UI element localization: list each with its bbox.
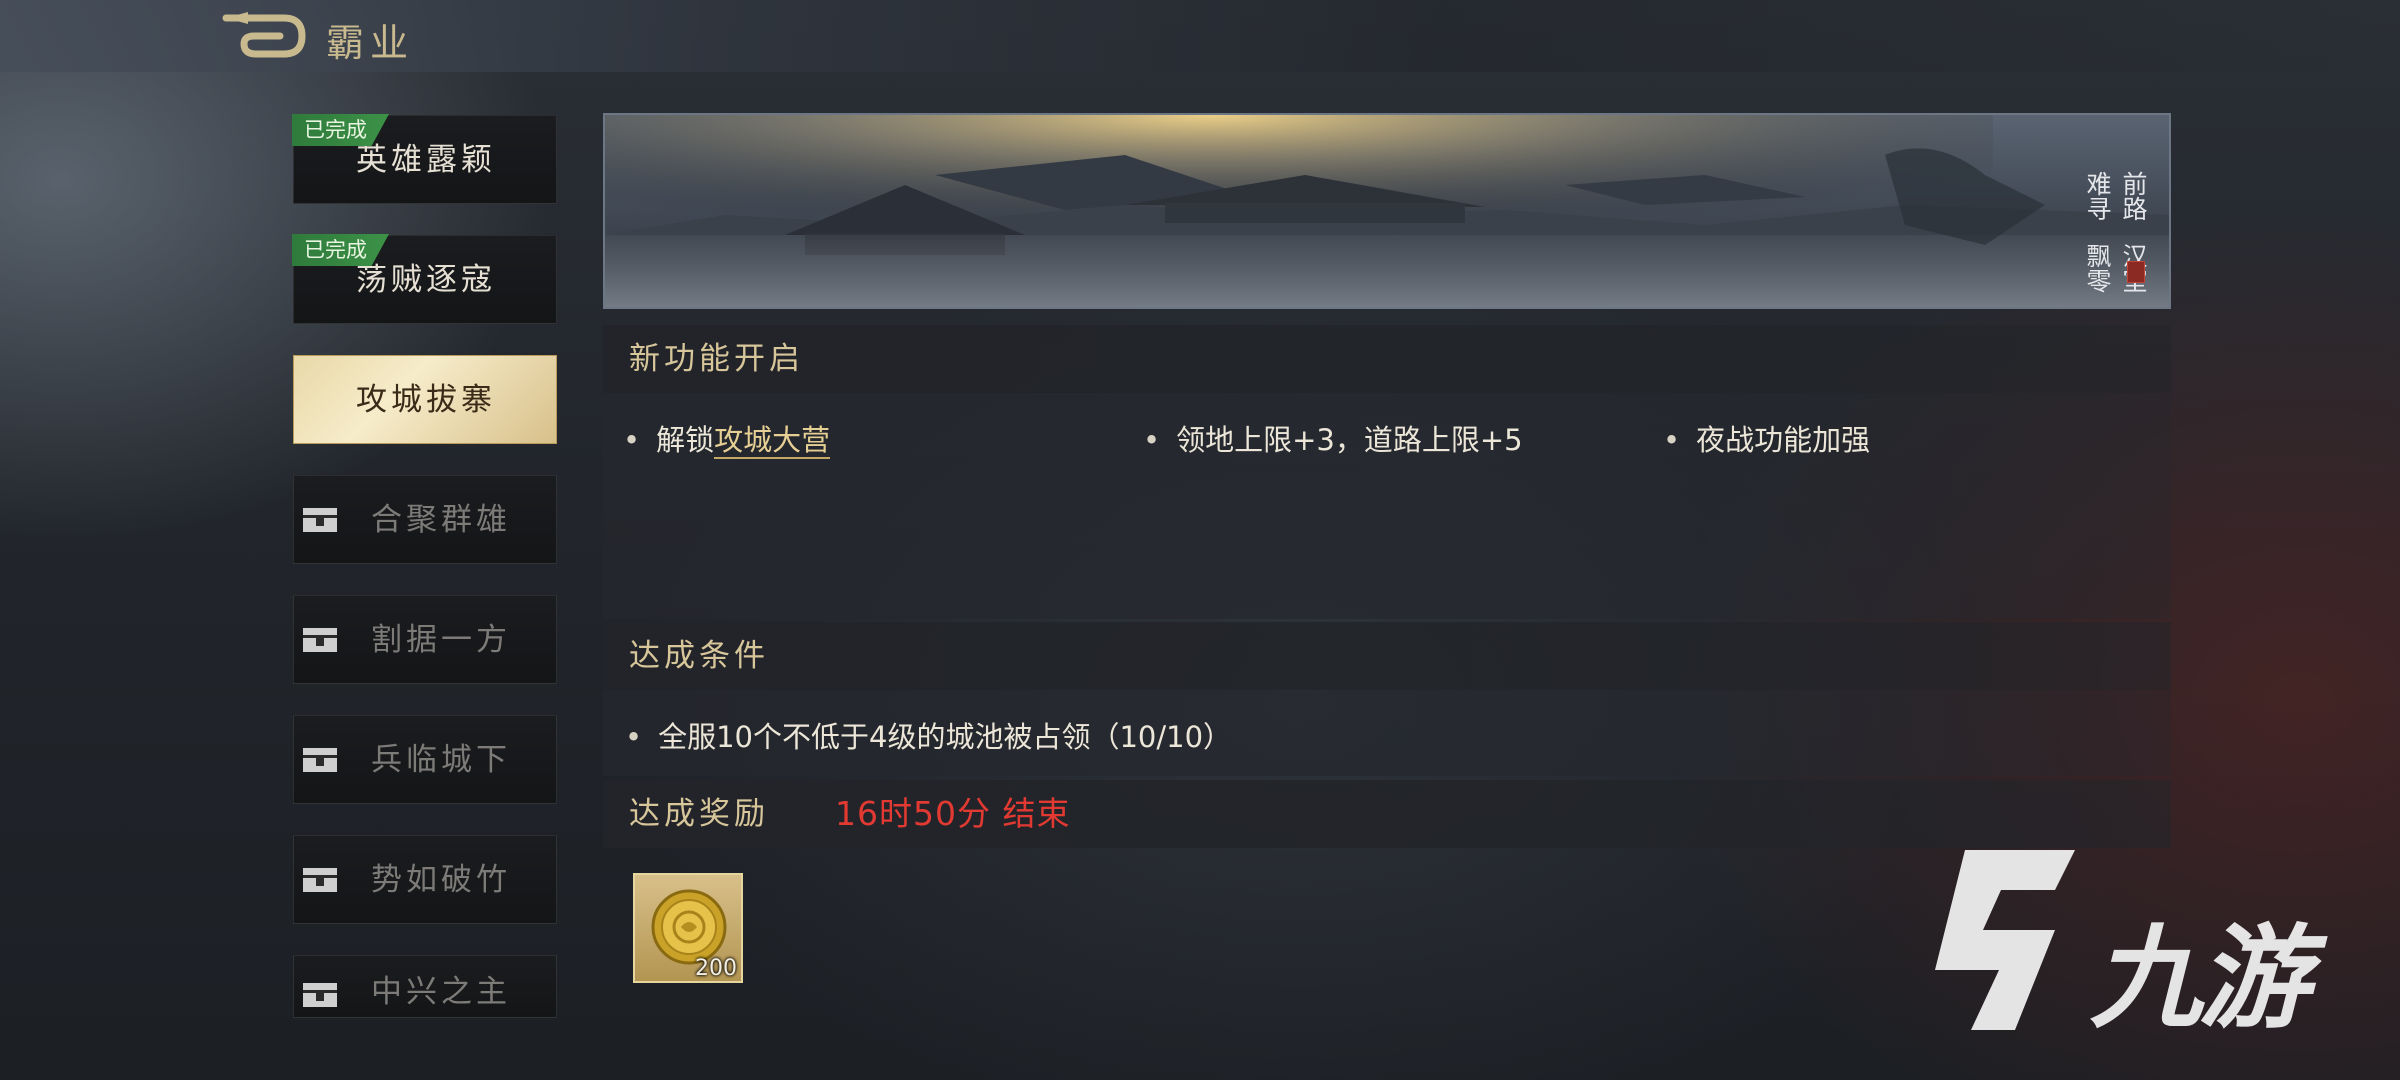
reward-title: 达成奖励 <box>629 796 769 832</box>
reward-item-gold[interactable]: 200 <box>633 873 743 983</box>
bullet-icon: • <box>623 423 641 457</box>
stage-label: 合聚群雄 <box>371 502 511 538</box>
feature-item-2: • 领地上限+3，道路上限+5 <box>1143 417 1523 459</box>
game-screen: 霸业 英雄露颖 已完成 荡贼逐寇 已完成 攻城拔寨 合聚群雄 割据一方 兵临城下… <box>0 0 2400 1080</box>
feature-item-3: • 夜战功能加强 <box>1663 417 1870 459</box>
red-seal-icon <box>2127 261 2145 283</box>
bullet-icon: • <box>1143 423 1161 457</box>
reward-quantity: 200 <box>695 956 737 981</box>
stage-item-7[interactable]: 势如破竹 <box>293 835 557 924</box>
back-arrow-icon[interactable] <box>222 10 306 62</box>
condition-text: 全服10个不低于4级的城池被占领（10/10） <box>658 720 1233 754</box>
condition-title: 达成条件 <box>629 638 769 674</box>
stage-item-2[interactable]: 荡贼逐寇 已完成 <box>292 234 557 324</box>
stage-label: 中兴之主 <box>371 974 511 1010</box>
feature-text: 夜战功能加强 <box>1696 423 1871 457</box>
watermark-text: 九游 <box>2090 914 2310 1044</box>
condition-body: • 全服10个不低于4级的城池被占领（10/10） <box>603 690 2171 776</box>
features-body: • 解锁攻城大营 • 领地上限+3，道路上限+5 • 夜战功能加强 <box>603 393 2171 619</box>
stage-label: 攻城拔寨 <box>356 382 496 418</box>
countdown-timer: 16时50分 结束 <box>835 794 1071 833</box>
page-title: 霸业 <box>326 21 415 65</box>
feature-prefix: 解锁 <box>656 423 715 457</box>
stage-item-3-active[interactable]: 攻城拔寨 <box>293 355 557 444</box>
bullet-icon: • <box>1663 423 1681 457</box>
condition-header: 达成条件 <box>603 622 2171 690</box>
poem-line-2: 前路难寻 <box>2083 171 2148 221</box>
stage-item-6[interactable]: 兵临城下 <box>293 715 557 804</box>
features-header: 新功能开启 <box>603 325 2171 393</box>
bullet-icon: • <box>625 720 643 754</box>
top-header: 霸业 <box>0 0 2400 72</box>
feature-item-1: • 解锁攻城大营 <box>623 417 831 459</box>
stage-item-5[interactable]: 割据一方 <box>293 595 557 684</box>
condition-item-1: • 全服10个不低于4级的城池被占领（10/10） <box>625 714 1232 756</box>
features-title: 新功能开启 <box>629 341 804 377</box>
stage-label: 兵临城下 <box>371 742 511 778</box>
stage-banner-image: 汉室飘零 前路难寻 <box>603 113 2171 309</box>
stage-item-8[interactable]: 中兴之主 <box>293 955 557 1018</box>
stage-item-1[interactable]: 英雄露颖 已完成 <box>292 114 557 204</box>
siege-camp-link[interactable]: 攻城大营 <box>714 423 831 459</box>
palace-landscape-illustration <box>605 115 2169 307</box>
stage-item-4[interactable]: 合聚群雄 <box>293 475 557 564</box>
feature-text: 领地上限+3，道路上限+5 <box>1176 423 1523 457</box>
stage-label: 势如破竹 <box>371 862 511 898</box>
gold-coin-icon <box>651 889 727 965</box>
stage-label: 割据一方 <box>371 622 511 658</box>
